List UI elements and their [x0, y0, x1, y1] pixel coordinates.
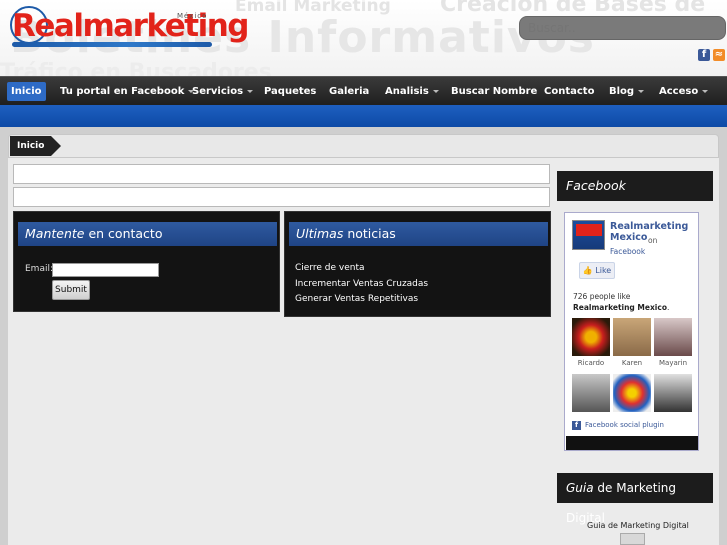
news-link[interactable]: Incrementar Ventas Cruzadas — [295, 279, 428, 289]
like-label: Like — [595, 266, 612, 275]
nav-label: Acceso — [659, 86, 699, 97]
nav-item-servicios[interactable]: Servicios — [192, 82, 254, 101]
fan-name[interactable]: Mayarin — [653, 359, 693, 367]
title-rest: noticias — [343, 226, 396, 241]
empty-module-bar — [13, 187, 550, 207]
facebook-icon: f — [572, 421, 581, 430]
news-link[interactable]: Generar Ventas Repetitivas — [295, 294, 418, 304]
search-input[interactable] — [519, 16, 726, 40]
nav-item-paquetes[interactable]: Paquetes — [264, 82, 316, 101]
nav-label: Servicios — [192, 86, 244, 97]
logo-text: Realmarketing — [12, 8, 249, 44]
title-em: Guia — [566, 481, 594, 495]
fb-network-link[interactable]: Facebook — [610, 247, 645, 256]
empty-module-bar — [13, 164, 550, 184]
nav-label: Tu portal en Facebook — [60, 86, 185, 97]
banner-bg-word: Tráfico en Buscadores — [0, 60, 272, 76]
fans-prefix: 726 people like — [573, 292, 631, 301]
document-icon[interactable] — [620, 533, 645, 545]
main-nav: Inicio Tu portal en Facebook Servicios P… — [0, 76, 727, 105]
like-button[interactable]: 👍 Like — [579, 262, 615, 279]
fan-avatar[interactable] — [572, 318, 610, 356]
breadcrumb[interactable]: Inicio — [10, 136, 63, 156]
nav-label: Paquetes — [264, 86, 317, 97]
nav-item-blog[interactable]: Blog — [609, 82, 645, 101]
facebook-widget-title: Facebook — [557, 171, 713, 201]
nav-item-contacto[interactable]: Contacto — [544, 82, 594, 101]
breadcrumb-current: Inicio — [17, 141, 45, 151]
page-avatar[interactable] — [572, 220, 605, 250]
title-em: Ultimas — [296, 226, 344, 241]
chevron-down-icon — [702, 89, 709, 93]
fan-avatar[interactable] — [572, 374, 610, 412]
fans-suffix: . — [666, 303, 670, 312]
nav-label: Buscar Nombre — [451, 86, 538, 97]
news-link[interactable]: Cierre de venta — [295, 263, 365, 273]
logo-swoosh — [12, 42, 212, 47]
fan-name[interactable]: Karen — [612, 359, 652, 367]
fb-on-text: on — [648, 236, 658, 245]
fan-name[interactable]: Ricardo — [571, 359, 611, 367]
nav-label: Blog — [609, 86, 635, 97]
title-rest: en contacto — [84, 226, 163, 241]
rss-icon[interactable]: ≈ — [713, 49, 725, 61]
nav-item-analisis[interactable]: Analisis — [385, 82, 439, 101]
fan-avatar[interactable] — [613, 318, 651, 356]
news-panel-title: Ultimas noticias — [289, 222, 548, 246]
fan-avatar[interactable] — [613, 374, 651, 412]
guia-subtitle[interactable]: Guia de Marketing Digital — [587, 521, 689, 530]
title-em: Facebook — [566, 178, 626, 193]
nav-item-inicio[interactable]: Inicio — [7, 82, 46, 101]
email-label: Email: — [25, 264, 54, 274]
breadcrumb-bar — [8, 134, 719, 158]
nav-label: Analisis — [385, 86, 429, 97]
fans-count-text: 726 people like Realmarketing Mexico. — [573, 291, 691, 313]
logo-region: México — [177, 12, 208, 20]
nav-label: Inicio — [11, 86, 42, 97]
facebook-plugin-link[interactable]: Facebook social plugin — [585, 421, 664, 429]
nav-item-galeria[interactable]: Galeria — [329, 82, 369, 101]
fb-page-name[interactable]: Realmarketing Mexico — [610, 221, 727, 243]
fans-page: Realmarketing Mexico — [573, 303, 667, 312]
contact-panel-title: Mantente en contacto — [18, 222, 277, 246]
nav-item-acceso[interactable]: Acceso — [659, 82, 709, 101]
site-logo[interactable]: Realmarketing — [12, 6, 249, 46]
nav-label: Contacto — [544, 86, 595, 97]
nav-item-tu-portal-en-facebook[interactable]: Tu portal en Facebook — [60, 82, 195, 101]
chevron-down-icon — [432, 89, 439, 93]
title-em: Mantente — [25, 226, 85, 241]
chevron-down-icon — [247, 89, 254, 93]
blue-banner-strip — [0, 105, 727, 127]
nav-item-buscar-nombre[interactable]: Buscar Nombre — [451, 82, 537, 101]
fan-avatar[interactable] — [654, 318, 692, 356]
chevron-down-icon — [638, 89, 645, 93]
submit-button[interactable]: Submit — [52, 280, 90, 300]
site-header: Email Marketing Creación de Bases de Bol… — [0, 0, 727, 76]
facebook-icon[interactable]: f — [698, 49, 710, 61]
fan-avatar[interactable] — [654, 374, 692, 412]
thumbs-up-icon: 👍 — [582, 266, 593, 275]
nav-label: Galeria — [329, 86, 370, 97]
email-field[interactable] — [52, 263, 159, 277]
like-box-footer — [566, 436, 698, 450]
guia-widget-title: Guia de Marketing Digital — [557, 473, 713, 525]
